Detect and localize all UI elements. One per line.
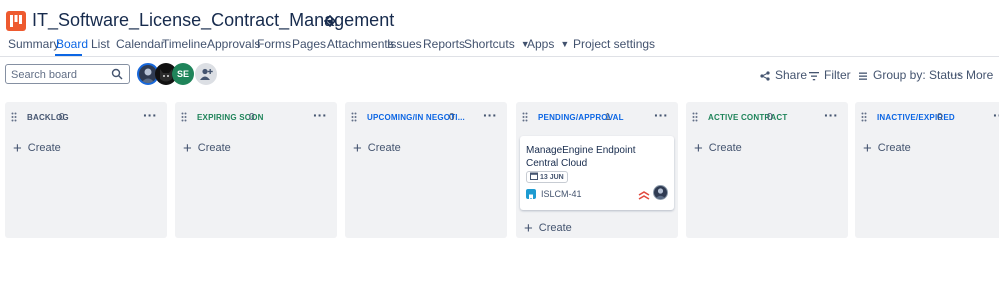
create-issue-button[interactable]: + Create [863, 140, 911, 157]
share-label: Share [775, 68, 808, 82]
search-placeholder: Search board [11, 69, 78, 81]
column-title: ACTIVE CONTRACT [708, 113, 788, 122]
share-icon [760, 71, 770, 81]
create-label: Create [708, 142, 742, 154]
tab-list[interactable]: List [91, 37, 110, 51]
priority-highest-icon [638, 191, 650, 200]
add-person-icon [200, 68, 213, 80]
filter-icon [809, 72, 819, 81]
drag-handle-icon[interactable] [861, 112, 867, 122]
add-people-button[interactable] [195, 63, 217, 85]
plus-icon: + [13, 140, 22, 157]
create-issue-button[interactable]: + Create [524, 220, 572, 237]
more-label: More [966, 68, 994, 82]
filter-label: Filter [824, 68, 851, 82]
tab-attachments[interactable]: Attachments [327, 37, 394, 51]
column-count: 1 [605, 112, 611, 123]
plus-icon: + [694, 140, 703, 157]
create-issue-button[interactable]: + Create [353, 140, 401, 157]
column-title: INACTIVE/EXPIRED [877, 113, 955, 122]
tab-calendar[interactable]: Calendar [116, 37, 165, 51]
more-dots-icon: ··· [950, 68, 962, 82]
column-count: 0 [767, 112, 773, 123]
column-count: 0 [249, 112, 255, 123]
column-more-icon[interactable]: ··· [483, 107, 497, 123]
tab-project-settings[interactable]: Project settings [573, 37, 655, 51]
calendar-icon [530, 172, 538, 180]
issue-card-title: ManageEngine Endpoint Central Cloud [526, 145, 636, 169]
board-column-upcoming: UPCOMING/IN NEGOTI... 0 ··· + Create [345, 102, 507, 238]
tab-board[interactable]: Board [56, 37, 88, 51]
column-more-icon[interactable]: ··· [654, 107, 668, 123]
project-title: IT_Software_License_Contract_Management [32, 10, 395, 30]
tab-timeline[interactable]: Timeline [162, 37, 207, 51]
avatar[interactable]: SE [172, 63, 194, 85]
tab-issues[interactable]: Issues [387, 37, 422, 51]
create-label: Create [367, 142, 401, 154]
create-issue-button[interactable]: + Create [694, 140, 742, 157]
due-date-badge: 13 JUN [526, 171, 568, 183]
share-button[interactable]: Share [760, 68, 807, 82]
issue-card[interactable]: ManageEngine Endpoint Central Cloud 13 J… [520, 136, 674, 210]
plus-icon: + [863, 140, 872, 157]
tab-apps-label: Apps [527, 37, 555, 51]
search-icon [111, 68, 123, 80]
create-issue-button[interactable]: + Create [13, 140, 61, 157]
board-column-pending-approval: PENDING/APPROVAL 1 ··· ManageEngine Endp… [516, 102, 678, 238]
board-column-inactive-expired: INACTIVE/EXPIRED 0 ··· + Create [855, 102, 999, 238]
create-label: Create [197, 142, 231, 154]
tab-summary[interactable]: Summary [8, 37, 59, 51]
tab-shortcuts-label: Shortcuts [464, 37, 515, 51]
project-nav: Summary Board List Calendar Timeline App… [0, 37, 999, 57]
tab-apps[interactable]: Apps ▼ [527, 37, 569, 51]
drag-handle-icon[interactable] [11, 112, 17, 122]
column-more-icon[interactable]: ··· [824, 107, 838, 123]
drag-handle-icon[interactable] [692, 112, 698, 122]
column-more-icon[interactable]: ··· [143, 107, 157, 123]
project-board-icon[interactable] [6, 11, 26, 31]
create-label: Create [538, 222, 572, 234]
drag-handle-icon[interactable] [522, 112, 528, 122]
group-by-button[interactable]: Group by: Status [858, 68, 963, 82]
create-label: Create [877, 142, 911, 154]
paint-bucket-icon[interactable] [323, 13, 339, 29]
plus-icon: + [524, 220, 533, 237]
column-count: 0 [937, 112, 943, 123]
plus-icon: + [353, 140, 362, 157]
column-count: 0 [59, 112, 65, 123]
create-issue-button[interactable]: + Create [183, 140, 231, 157]
column-count: 0 [449, 112, 455, 123]
drag-handle-icon[interactable] [181, 112, 187, 122]
chevron-down-icon: ▼ [560, 39, 570, 49]
due-date-text: 13 JUN [540, 174, 564, 181]
issue-type-icon [526, 189, 536, 200]
filter-button[interactable]: Filter [809, 68, 851, 82]
board-column-expiring-soon: EXPIRING SOON 0 ··· + Create [175, 102, 337, 238]
group-by-icon [859, 72, 867, 80]
assignee-avatar[interactable] [653, 185, 668, 200]
board-column-backlog: BACKLOG 0 ··· + Create [5, 102, 167, 238]
column-more-icon[interactable]: ··· [313, 107, 327, 123]
tab-shortcuts[interactable]: Shortcuts ▼ [464, 37, 530, 51]
tab-forms[interactable]: Forms [257, 37, 291, 51]
board-column-active-contract: ACTIVE CONTRACT 0 ··· + Create [686, 102, 848, 238]
more-button[interactable]: ··· More [950, 68, 993, 82]
search-board-input[interactable]: Search board [5, 64, 130, 84]
header-divider [0, 56, 999, 57]
tab-approvals[interactable]: Approvals [207, 37, 260, 51]
column-more-icon[interactable]: ··· [993, 107, 999, 123]
drag-handle-icon[interactable] [351, 112, 357, 122]
plus-icon: + [183, 140, 192, 157]
issue-key[interactable]: ISLCM-41 [541, 189, 582, 199]
tab-reports[interactable]: Reports [423, 37, 465, 51]
create-label: Create [27, 142, 61, 154]
tab-pages[interactable]: Pages [292, 37, 326, 51]
